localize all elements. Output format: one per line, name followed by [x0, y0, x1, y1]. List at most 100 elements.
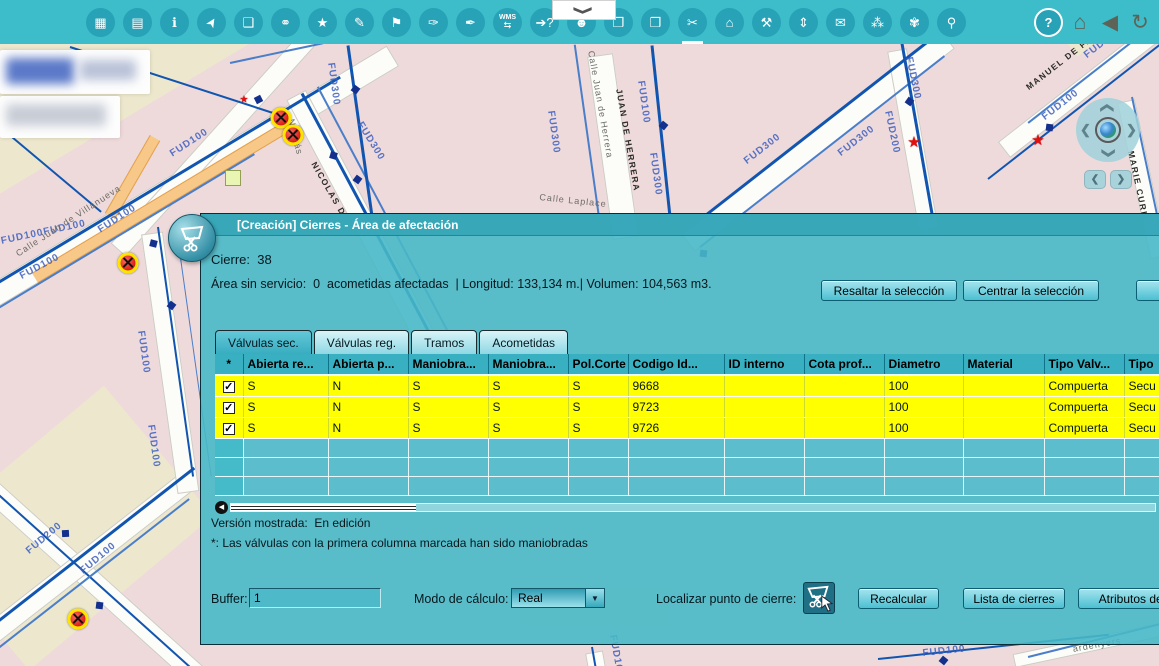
toolbar-right-icons: ?⌂◀↻	[1034, 8, 1153, 37]
help-icon[interactable]: ?	[1034, 8, 1063, 37]
globe-button[interactable]	[1095, 117, 1121, 143]
column-header[interactable]: Pol.Corte	[568, 354, 628, 375]
column-header[interactable]: Codigo Id...	[628, 354, 724, 375]
edit-icon[interactable]: ✎	[345, 8, 374, 37]
pan-down-icon[interactable]: ❮	[1099, 148, 1115, 159]
history-forward-icon[interactable]: ❯	[1110, 170, 1132, 189]
map-layers-icon[interactable]: ✒	[456, 8, 485, 37]
info-icon[interactable]: ℹ	[160, 8, 189, 37]
empty-table-row[interactable]	[215, 457, 1159, 476]
row-checkbox[interactable]: ✓	[223, 381, 235, 393]
map-pin-icon[interactable]: ⚑	[382, 8, 411, 37]
form-icon[interactable]: ▤	[123, 8, 152, 37]
street-view-icon: ⚲	[947, 16, 957, 29]
tab-v-lvulas-reg[interactable]: Válvulas reg.	[314, 330, 409, 354]
empty-table-row[interactable]	[215, 476, 1159, 495]
column-header[interactable]: Tipo Valv...	[1044, 354, 1124, 375]
table-cell: S	[568, 396, 628, 417]
print-multi-icon[interactable]: ❒	[641, 8, 670, 37]
centrar-seleccion-button[interactable]: Centrar la selección	[963, 280, 1099, 301]
wms-icon[interactable]: WMS⇆	[493, 8, 522, 37]
atributos-cierre-button[interactable]: Atributos del C	[1078, 588, 1159, 609]
map-icon[interactable]: ▦	[86, 8, 115, 37]
modo-calculo-select[interactable]: Real ▼	[511, 588, 605, 608]
table-row[interactable]: ✓SNSSS9668100CompuertaSecu	[215, 375, 1159, 396]
pan-up-icon[interactable]: ❮	[1099, 103, 1115, 114]
history-back-icon[interactable]: ❮	[1084, 170, 1106, 189]
dialog-title: [Creación] Cierres - Área de afectación	[237, 218, 458, 232]
copy-icon: ❑	[243, 16, 255, 29]
tab-v-lvulas-sec[interactable]: Válvulas sec.	[215, 330, 312, 354]
column-header[interactable]: Abierta re...	[243, 354, 328, 375]
street-view-icon[interactable]: ⚲	[937, 8, 966, 37]
pan-right-icon[interactable]: ❯	[1126, 122, 1137, 138]
tools-icon[interactable]: ⚒	[752, 8, 781, 37]
table-row[interactable]: ✓SNSSS9723100CompuertaSecu	[215, 396, 1159, 417]
column-header[interactable]: Diametro	[884, 354, 963, 375]
select-arrow-icon[interactable]: ▼	[586, 588, 605, 608]
table-cell: N	[328, 375, 408, 396]
row-checkbox[interactable]: ✓	[223, 423, 235, 435]
back-icon[interactable]: ◀	[1097, 8, 1123, 37]
table-cell: Secu	[1124, 375, 1159, 396]
scrollbar-track[interactable]	[230, 503, 1156, 512]
zoom-seleccion-button[interactable]: Zo	[1136, 280, 1159, 301]
localizar-punto-button[interactable]	[803, 582, 835, 614]
buffer-input[interactable]	[249, 588, 381, 608]
column-header[interactable]: Material	[963, 354, 1044, 375]
share-icon[interactable]: ⁂	[863, 8, 892, 37]
row-checkbox[interactable]: ✓	[223, 402, 235, 414]
cut-area-icon[interactable]: ✂	[678, 8, 707, 37]
empty-table-row[interactable]	[215, 438, 1159, 457]
pan-left-icon[interactable]: ❮	[1080, 122, 1091, 138]
table-cell: S	[408, 417, 488, 438]
table-cell: S	[243, 396, 328, 417]
localizar-label: Localizar punto de cierre:	[656, 592, 796, 606]
dialog-title-bar[interactable]: [Creación] Cierres - Área de afectación	[201, 214, 1159, 236]
column-header[interactable]: Maniobra...	[408, 354, 488, 375]
star-marker: ★	[1031, 131, 1044, 149]
copy-icon[interactable]: ❑	[234, 8, 263, 37]
binoculars-icon: ⚭	[280, 16, 291, 29]
closed-valve-marker[interactable]	[283, 125, 304, 146]
map-note-icon[interactable]: ✑	[419, 8, 448, 37]
table-cell: 9668	[628, 375, 724, 396]
column-header[interactable]: *	[215, 354, 243, 375]
lista-cierres-button[interactable]: Lista de cierres	[963, 588, 1065, 609]
table-cell: S	[568, 417, 628, 438]
favorites-icon[interactable]: ★	[308, 8, 337, 37]
pipe-node-icon	[62, 530, 69, 537]
info-icon: ℹ	[172, 16, 177, 29]
palette-icon: ✾	[909, 16, 920, 29]
home-map-icon[interactable]: ⌂	[715, 8, 744, 37]
water-levels-icon[interactable]: ⇕	[789, 8, 818, 37]
resaltar-seleccion-button[interactable]: Resaltar la selección	[821, 280, 957, 301]
palette-icon[interactable]: ✾	[900, 8, 929, 37]
table-cell: S	[488, 375, 568, 396]
comments-icon[interactable]: ✉	[826, 8, 855, 37]
recalcular-button[interactable]: Recalcular	[858, 588, 939, 609]
tab-acometidas[interactable]: Acometidas	[479, 330, 568, 354]
pointer-icon[interactable]: ➤	[197, 8, 226, 37]
closed-valve-marker[interactable]	[118, 253, 139, 274]
pipe-node-icon	[939, 656, 949, 666]
table-cell	[724, 417, 804, 438]
binoculars-icon[interactable]: ⚭	[271, 8, 300, 37]
logout-icon[interactable]: ↻	[1127, 8, 1153, 37]
maniobrada-cell: ✓	[215, 375, 243, 396]
scrollbar-thumb[interactable]	[231, 504, 416, 511]
cierre-line: Cierre: 38	[211, 252, 272, 267]
column-header[interactable]: Abierta p...	[328, 354, 408, 375]
column-header[interactable]: Cota prof...	[804, 354, 884, 375]
table-row[interactable]: ✓SNSSS9726100CompuertaSecu	[215, 417, 1159, 438]
column-header[interactable]: Maniobra...	[488, 354, 568, 375]
scroll-left-button[interactable]: ◀	[215, 501, 228, 514]
toolbar-dropdown-popup[interactable]: ❯	[552, 0, 616, 20]
closed-valve-marker[interactable]	[68, 609, 89, 630]
tab-tramos[interactable]: Tramos	[411, 330, 477, 354]
table-cell: S	[408, 375, 488, 396]
home-icon[interactable]: ⌂	[1067, 8, 1093, 37]
table-cell: Compuerta	[1044, 396, 1124, 417]
column-header[interactable]: Tipo	[1124, 354, 1159, 375]
column-header[interactable]: ID interno	[724, 354, 804, 375]
